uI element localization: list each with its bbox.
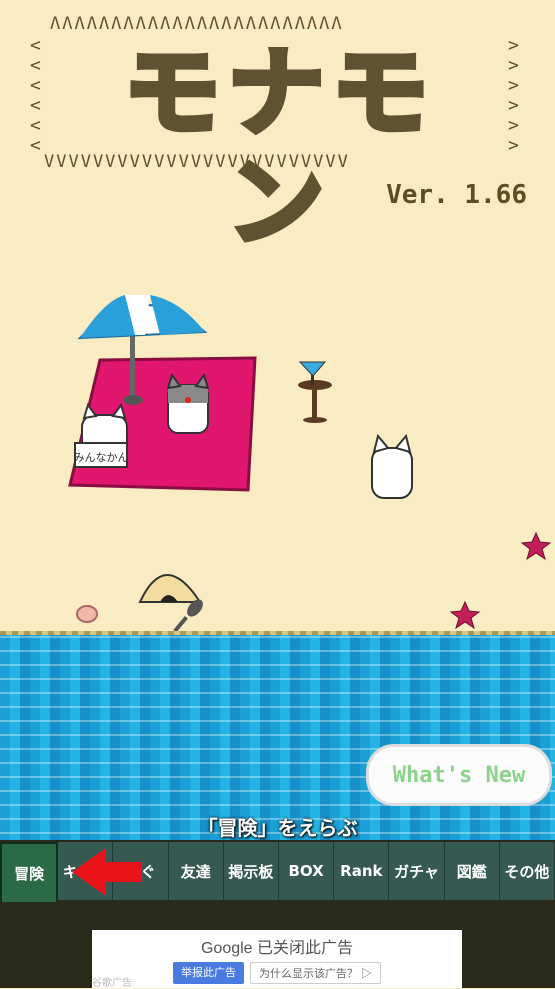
version-label: Ver. 1.66 (386, 180, 527, 210)
ocean (0, 635, 555, 840)
drink-table (298, 361, 332, 423)
beach-scene: みんなかん (68, 295, 552, 633)
standing-white-cat (371, 433, 413, 499)
why-ad-button[interactable]: 为什么显示该广告？ ▷ (249, 962, 382, 984)
pointer-arrow-icon (72, 848, 142, 896)
title-top-border: ΛΛΛΛΛΛΛΛΛΛΛΛΛΛΛΛΛΛΛΛΛΛΛΛ (50, 14, 344, 34)
whats-new-button[interactable]: What's New (366, 744, 552, 806)
nav-item-board[interactable]: 掲示板 (223, 842, 280, 900)
title-right-border: > > > > > > (508, 35, 521, 156)
nav-item-adventure[interactable]: 冒険 (0, 842, 59, 904)
ad-corner-label: 谷歌广告 (92, 978, 132, 989)
nav-item-gacha[interactable]: ガチャ (389, 842, 445, 900)
nav-item-box[interactable]: BOX (279, 842, 335, 900)
seashell (76, 605, 98, 623)
ad-banner: Google 已关闭此广告 举报此广告 为什么显示该广告？ ▷ (92, 930, 462, 988)
instruction-text: 「冒険」をえらぶ (197, 816, 358, 840)
nav-item-rank[interactable]: Rank (334, 842, 390, 900)
nav-item-encyclopedia[interactable]: 図鑑 (444, 842, 500, 900)
sand-mound (138, 574, 202, 603)
starfish-bottom (449, 600, 481, 630)
title-left-border: < < < < < < (30, 35, 43, 156)
report-ad-button[interactable]: 举报此广告 (172, 962, 244, 984)
starfish-right (520, 531, 552, 561)
game-logo: モナモン (121, 35, 436, 261)
nav-item-friends[interactable]: 友達 (168, 842, 224, 900)
white-cat-with-sign: みんなかん (74, 402, 129, 468)
sign-text: みんなかん (74, 451, 129, 464)
ad-title: Google 已关闭此广告 (200, 940, 354, 957)
nav-item-other[interactable]: その他 (499, 842, 555, 900)
